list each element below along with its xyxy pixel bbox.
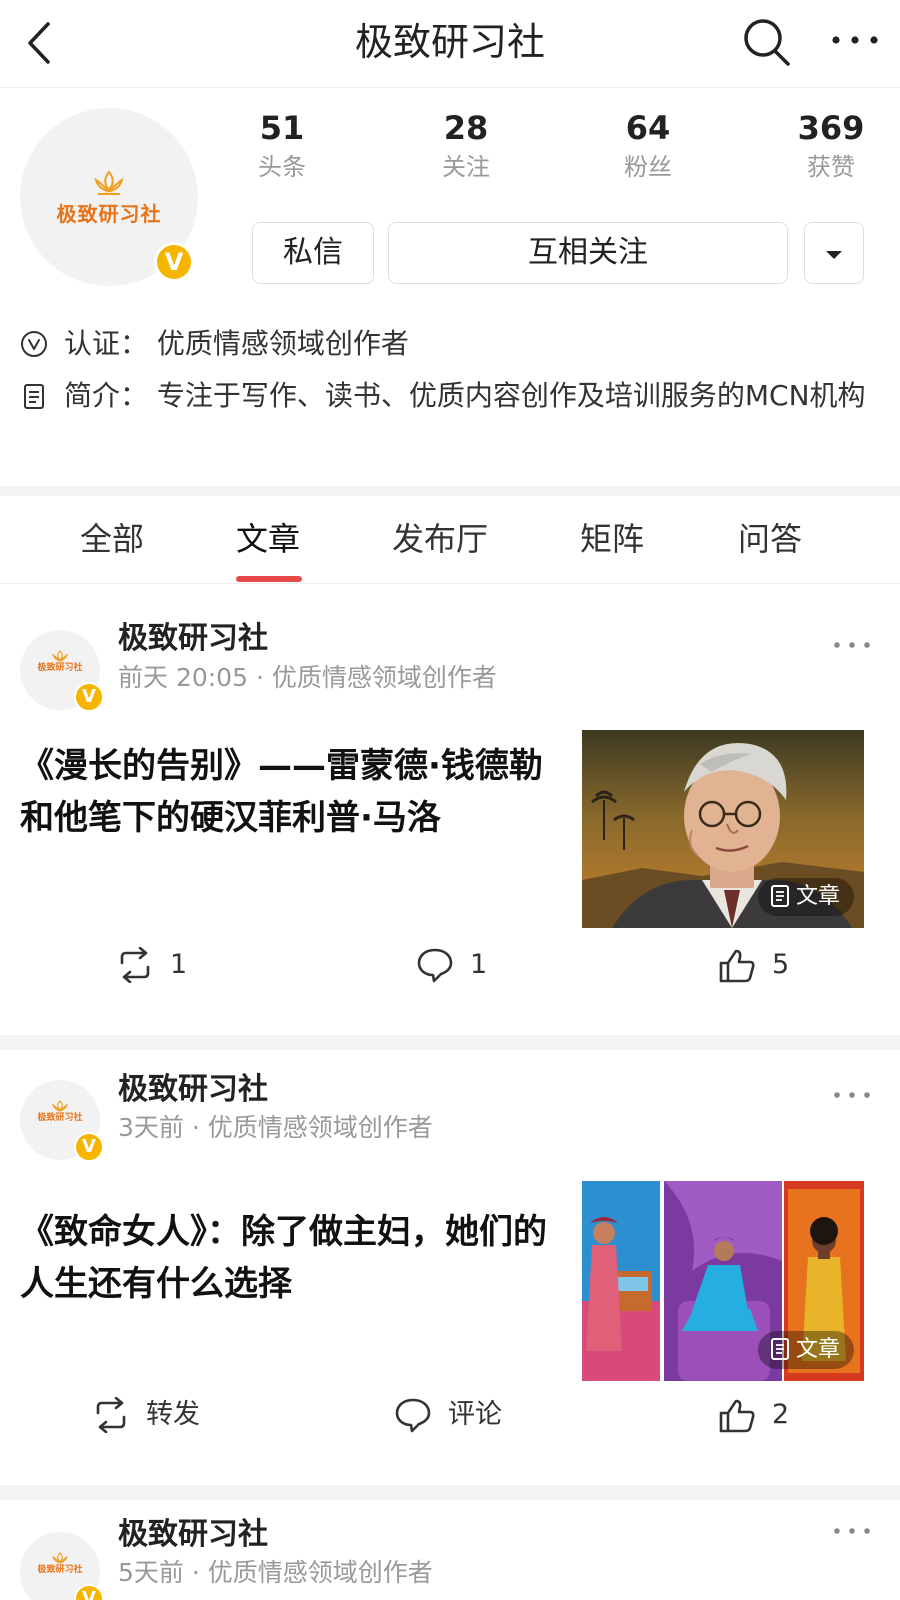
stat-label: 获赞 <box>807 153 855 181</box>
ellipsis-icon <box>834 1528 870 1534</box>
mini-logo-text: 极致研习社 <box>37 1565 83 1575</box>
content-tabs: 全部 文章 发布厅 矩阵 问答 <box>0 496 900 584</box>
caret-down-icon <box>826 251 842 259</box>
stat-value: 64 <box>625 109 671 147</box>
top-bar: 极致研习社 <box>0 0 900 88</box>
author-avatar[interactable]: 极致研习社 V <box>20 1080 104 1162</box>
stat-followers[interactable]: 64 粉丝 <box>598 106 698 184</box>
stat-value: 369 <box>797 109 865 147</box>
comment-button[interactable]: 1 <box>416 945 516 985</box>
tab-articles[interactable]: 文章 <box>236 516 300 562</box>
logo-text: 极致研习社 <box>56 202 162 226</box>
stat-posts[interactable]: 51 头条 <box>232 106 332 184</box>
stat-value: 51 <box>259 109 305 147</box>
document-icon <box>770 885 789 907</box>
content-type-tag: 文章 <box>757 878 854 916</box>
expand-dropdown-button[interactable] <box>804 222 864 284</box>
content-type-label: 文章 <box>795 884 840 909</box>
section-divider <box>0 486 900 496</box>
lotus-icon <box>94 170 124 195</box>
ellipsis-icon <box>834 1092 870 1098</box>
verified-badge: V <box>74 1584 104 1600</box>
document-icon <box>24 384 44 409</box>
post-thumbnail[interactable]: 文章 <box>582 1181 864 1381</box>
content-type-label: 文章 <box>795 1337 840 1362</box>
profile-header: 极致研习社 V 51 头条 28 关注 64 粉丝 369 获赞 私信 互相关注… <box>0 88 900 488</box>
tab-release-hall[interactable]: 发布厅 <box>392 516 488 562</box>
tab-all[interactable]: 全部 <box>80 516 144 562</box>
comment-count: 1 <box>470 949 488 980</box>
thumbs-up-icon <box>719 949 755 983</box>
verified-circle-icon <box>21 331 47 357</box>
author-avatar[interactable]: 极致研习社 V <box>20 1532 104 1600</box>
certification-text: 认证： 优质情感领域创作者 <box>64 327 409 360</box>
comment-bubble-icon <box>417 948 453 983</box>
like-count: 5 <box>772 949 790 980</box>
post-title[interactable]: 《漫长的告别》——雷蒙德·钱德勒和他笔下的硬汉菲利普·马洛 <box>20 740 560 844</box>
author-name[interactable]: 极致研习社 <box>118 618 268 660</box>
brand-logo: 极致研习社 <box>20 170 198 227</box>
tab-matrix[interactable]: 矩阵 <box>580 516 644 562</box>
stat-value: 28 <box>443 109 489 147</box>
certification-row: 认证： 优质情感领域创作者 <box>20 324 880 366</box>
comment-label: 评论 <box>448 1399 502 1430</box>
stat-label: 关注 <box>442 153 490 181</box>
section-divider <box>0 1035 900 1050</box>
post-title[interactable]: 《致命女人》：除了做主妇，她们的人生还有什么选择 <box>20 1206 560 1310</box>
repost-icon <box>96 1397 126 1433</box>
section-divider <box>0 1485 900 1500</box>
post-meta: 前天 20:05 · 优质情感领域创作者 <box>118 663 497 692</box>
more-options-button[interactable] <box>826 20 886 60</box>
intro-row: 简介： 专注于写作、读书、优质内容创作及培训服务的MCN机构 <box>20 376 880 466</box>
verified-badge: V <box>74 1132 104 1162</box>
post-more-button[interactable] <box>828 630 878 660</box>
stat-likes[interactable]: 369 获赞 <box>781 106 881 184</box>
author-name[interactable]: 极致研习社 <box>118 1069 268 1111</box>
author-name[interactable]: 极致研习社 <box>118 1514 268 1556</box>
author-avatar[interactable]: 极致研习社 V <box>20 630 104 712</box>
post-more-button[interactable] <box>828 1080 878 1110</box>
content-type-tag: 文章 <box>757 1331 854 1369</box>
document-icon <box>770 1338 789 1360</box>
search-icon <box>744 19 790 66</box>
mini-logo-text: 极致研习社 <box>37 1113 83 1123</box>
search-button[interactable] <box>740 16 794 70</box>
ellipsis-icon <box>834 642 870 648</box>
repost-button[interactable]: 转发 <box>92 1395 232 1435</box>
post-meta: 3天前 · 优质情感领域创作者 <box>118 1113 433 1142</box>
stat-label: 头条 <box>258 153 306 181</box>
tab-qa[interactable]: 问答 <box>738 516 802 562</box>
stat-label: 粉丝 <box>624 153 672 181</box>
repost-icon <box>120 947 150 983</box>
like-count: 2 <box>772 1399 790 1430</box>
active-tab-indicator <box>236 576 302 582</box>
post-more-button[interactable] <box>828 1516 878 1546</box>
stat-following[interactable]: 28 关注 <box>416 106 516 184</box>
message-button[interactable]: 私信 <box>252 222 374 284</box>
feed-card[interactable]: 极致研习社 V 极致研习社 5天前 · 优质情感领域创作者 <box>0 1500 900 1600</box>
like-button[interactable]: 2 <box>718 1395 818 1435</box>
post-thumbnail[interactable]: 文章 <box>582 730 864 928</box>
mini-logo-text: 极致研习社 <box>37 663 83 673</box>
repost-count: 1 <box>170 949 188 980</box>
avatar[interactable]: 极致研习社 V <box>20 108 198 286</box>
verified-badge: V <box>74 682 104 712</box>
ellipsis-icon <box>832 36 878 44</box>
comment-button[interactable]: 评论 <box>394 1395 534 1435</box>
feed-card[interactable]: 极致研习社 V 极致研习社 3天前 · 优质情感领域创作者 《致命女人》：除了做… <box>0 1050 900 1485</box>
follow-button[interactable]: 互相关注 <box>388 222 788 284</box>
thumbs-up-icon <box>719 1399 755 1433</box>
repost-button[interactable]: 1 <box>116 945 216 985</box>
comment-bubble-icon <box>395 1398 431 1433</box>
post-meta: 5天前 · 优质情感领域创作者 <box>118 1558 433 1587</box>
like-button[interactable]: 5 <box>718 945 818 985</box>
intro-text: 简介： 专注于写作、读书、优质内容创作及培训服务的MCN机构 <box>64 379 866 412</box>
verified-badge: V <box>154 242 194 282</box>
feed-card[interactable]: 极致研习社 V 极致研习社 前天 20:05 · 优质情感领域创作者 《漫长的告… <box>0 585 900 1035</box>
repost-label: 转发 <box>146 1399 200 1430</box>
